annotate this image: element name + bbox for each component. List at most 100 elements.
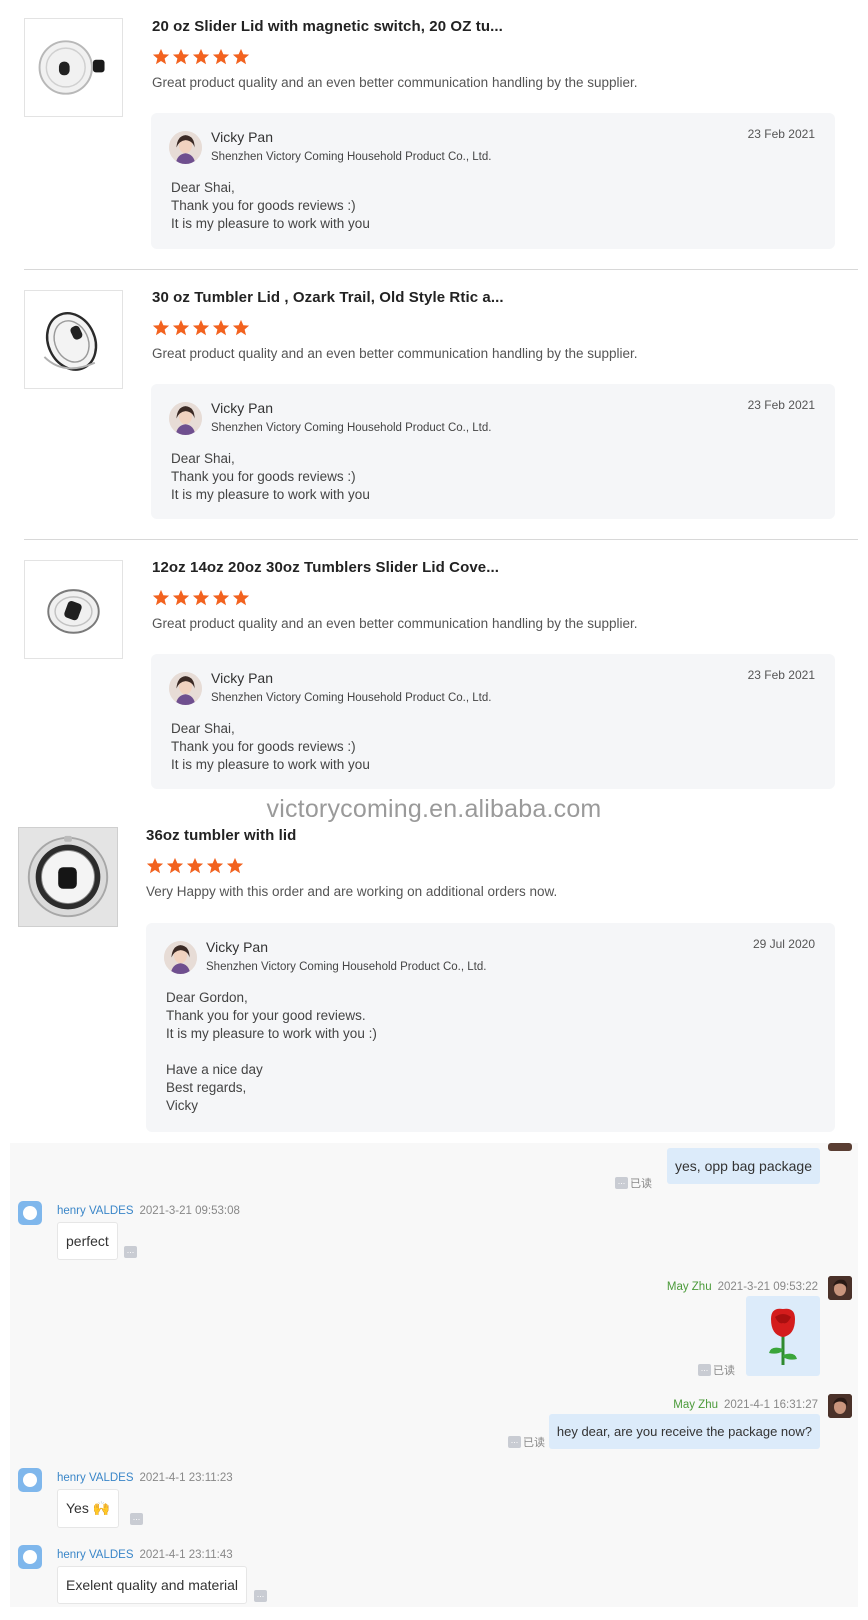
reply-company-name: Shenzhen Victory Coming Household Produc… bbox=[211, 422, 492, 434]
star-icon bbox=[186, 857, 204, 874]
read-status: 已读 bbox=[630, 1178, 652, 1190]
tumbler-lid-tilted-icon[interactable] bbox=[24, 290, 123, 389]
star-icon bbox=[212, 48, 230, 65]
reply-line: Thank you for goods reviews :) bbox=[171, 469, 356, 484]
message-meta: henry VALDES 2021-4-1 23:11:43 bbox=[57, 1549, 233, 1561]
sender-name[interactable]: May Zhu bbox=[667, 1281, 712, 1293]
more-options-icon[interactable]: ... bbox=[130, 1513, 143, 1525]
review-product-title[interactable]: 12oz 14oz 20oz 30oz Tumblers Slider Lid … bbox=[152, 559, 499, 576]
supplier-reply: Vicky Pan Shenzhen Victory Coming Househ… bbox=[151, 113, 835, 249]
reply-date: 23 Feb 2021 bbox=[747, 398, 815, 412]
avatar bbox=[169, 131, 202, 164]
message-time: 2021-3-21 09:53:08 bbox=[139, 1205, 240, 1217]
tumbler-lid-with-magnet-icon[interactable] bbox=[24, 18, 123, 117]
reply-author-name: Vicky Pan bbox=[211, 400, 273, 416]
sender-name[interactable]: henry VALDES bbox=[57, 1472, 134, 1484]
reply-body: Dear Shai, Thank you for goods reviews :… bbox=[171, 720, 370, 774]
star-icon bbox=[152, 48, 170, 65]
read-indicator: ... 已读 bbox=[508, 1434, 545, 1450]
avatar bbox=[169, 402, 202, 435]
rose-icon bbox=[769, 1308, 797, 1365]
star-icon bbox=[166, 857, 184, 874]
star-icon bbox=[226, 857, 244, 874]
review-text: Great product quality and an even better… bbox=[152, 616, 638, 631]
reply-company-name: Shenzhen Victory Coming Household Produc… bbox=[206, 961, 487, 973]
more-options-icon[interactable]: ... bbox=[615, 1177, 628, 1189]
more-options-icon[interactable]: ... bbox=[508, 1436, 521, 1448]
star-icon bbox=[232, 589, 250, 606]
review-product-title[interactable]: 30 oz Tumbler Lid , Ozark Trail, Old Sty… bbox=[152, 289, 504, 306]
avatar bbox=[18, 1201, 42, 1225]
more-options-icon[interactable]: ... bbox=[698, 1364, 711, 1376]
review-product-title[interactable]: 36oz tumbler with lid bbox=[146, 827, 296, 844]
avatar bbox=[18, 1468, 42, 1492]
reply-author-name: Vicky Pan bbox=[211, 129, 273, 145]
message-options: ... bbox=[124, 1246, 137, 1258]
star-icon bbox=[172, 48, 190, 65]
star-icon bbox=[146, 857, 164, 874]
more-options-icon[interactable]: ... bbox=[124, 1246, 137, 1258]
more-options-icon[interactable]: ... bbox=[254, 1590, 267, 1602]
avatar bbox=[828, 1394, 852, 1418]
message-options: ... bbox=[130, 1513, 143, 1525]
message-bubble: yes, opp bag package bbox=[667, 1148, 820, 1184]
read-status: 已读 bbox=[523, 1437, 545, 1449]
star-icon bbox=[192, 589, 210, 606]
message-time: 2021-4-1 16:31:27 bbox=[724, 1399, 818, 1411]
star-rating bbox=[152, 48, 250, 66]
reply-line: Dear Shai, bbox=[171, 180, 235, 195]
message-bubble: 🌹 bbox=[746, 1296, 820, 1376]
message-bubble: Exelent quality and material bbox=[57, 1566, 247, 1604]
sender-name[interactable]: May Zhu bbox=[673, 1399, 718, 1411]
message-time: 2021-4-1 23:11:43 bbox=[139, 1549, 233, 1561]
read-status: 已读 bbox=[713, 1365, 735, 1377]
avatar bbox=[164, 941, 197, 974]
reply-line bbox=[166, 1043, 377, 1061]
message-meta: May Zhu 2021-4-1 16:31:27 bbox=[673, 1399, 818, 1411]
chat-history: ... 已读 yes, opp bag package henry VALDES… bbox=[10, 1143, 858, 1607]
reply-author-name: Vicky Pan bbox=[211, 670, 273, 686]
tumbler-lid-angled-icon[interactable] bbox=[24, 560, 123, 659]
tumbler-lid-top-view-icon[interactable] bbox=[18, 827, 118, 927]
message-time: 2021-3-21 09:53:22 bbox=[717, 1281, 818, 1293]
reply-line: Have a nice day bbox=[166, 1062, 263, 1077]
reply-line: It is my pleasure to work with you bbox=[171, 216, 370, 231]
reply-line: It is my pleasure to work with you bbox=[171, 757, 370, 772]
review-text: Great product quality and an even better… bbox=[152, 75, 638, 90]
read-indicator: ... 已读 bbox=[698, 1362, 735, 1378]
message-bubble: Yes 🙌 bbox=[57, 1489, 120, 1528]
reply-line: Dear Shai, bbox=[171, 451, 235, 466]
sender-name[interactable]: henry VALDES bbox=[57, 1549, 134, 1561]
sender-name[interactable]: henry VALDES bbox=[57, 1205, 134, 1217]
reply-date: 23 Feb 2021 bbox=[747, 668, 815, 682]
avatar bbox=[169, 672, 202, 705]
star-icon bbox=[206, 857, 224, 874]
review-product-title[interactable]: 20 oz Slider Lid with magnetic switch, 2… bbox=[152, 18, 503, 35]
message-bubble: hey dear, are you receive the package no… bbox=[548, 1414, 820, 1449]
message-bubble: perfect bbox=[57, 1222, 118, 1260]
avatar bbox=[828, 1143, 852, 1151]
review-text: Great product quality and an even better… bbox=[152, 346, 638, 361]
message-meta: henry VALDES 2021-3-21 09:53:08 bbox=[57, 1205, 240, 1217]
reply-date: 23 Feb 2021 bbox=[747, 127, 815, 141]
reply-line: Vicky bbox=[166, 1098, 199, 1113]
star-icon bbox=[232, 48, 250, 65]
star-icon bbox=[232, 319, 250, 336]
supplier-reply: Vicky Pan Shenzhen Victory Coming Househ… bbox=[146, 923, 835, 1132]
star-icon bbox=[192, 319, 210, 336]
reply-author-name: Vicky Pan bbox=[206, 939, 268, 955]
star-icon bbox=[152, 589, 170, 606]
star-icon bbox=[172, 589, 190, 606]
star-icon bbox=[212, 319, 230, 336]
message-meta: henry VALDES 2021-4-1 23:11:23 bbox=[57, 1472, 233, 1484]
message-time: 2021-4-1 23:11:23 bbox=[139, 1472, 233, 1484]
star-icon bbox=[152, 319, 170, 336]
reply-line: Dear Gordon, bbox=[166, 990, 248, 1005]
supplier-reply: Vicky Pan Shenzhen Victory Coming Househ… bbox=[151, 654, 835, 789]
watermark-text: victorycoming.en.alibaba.com bbox=[266, 795, 602, 823]
star-rating bbox=[146, 857, 244, 875]
reply-line: Dear Shai, bbox=[171, 721, 235, 736]
reply-line: Thank you for your good reviews. bbox=[166, 1008, 366, 1023]
reply-body: Dear Gordon, Thank you for your good rev… bbox=[166, 989, 377, 1115]
reply-line: Thank you for goods reviews :) bbox=[171, 198, 356, 213]
